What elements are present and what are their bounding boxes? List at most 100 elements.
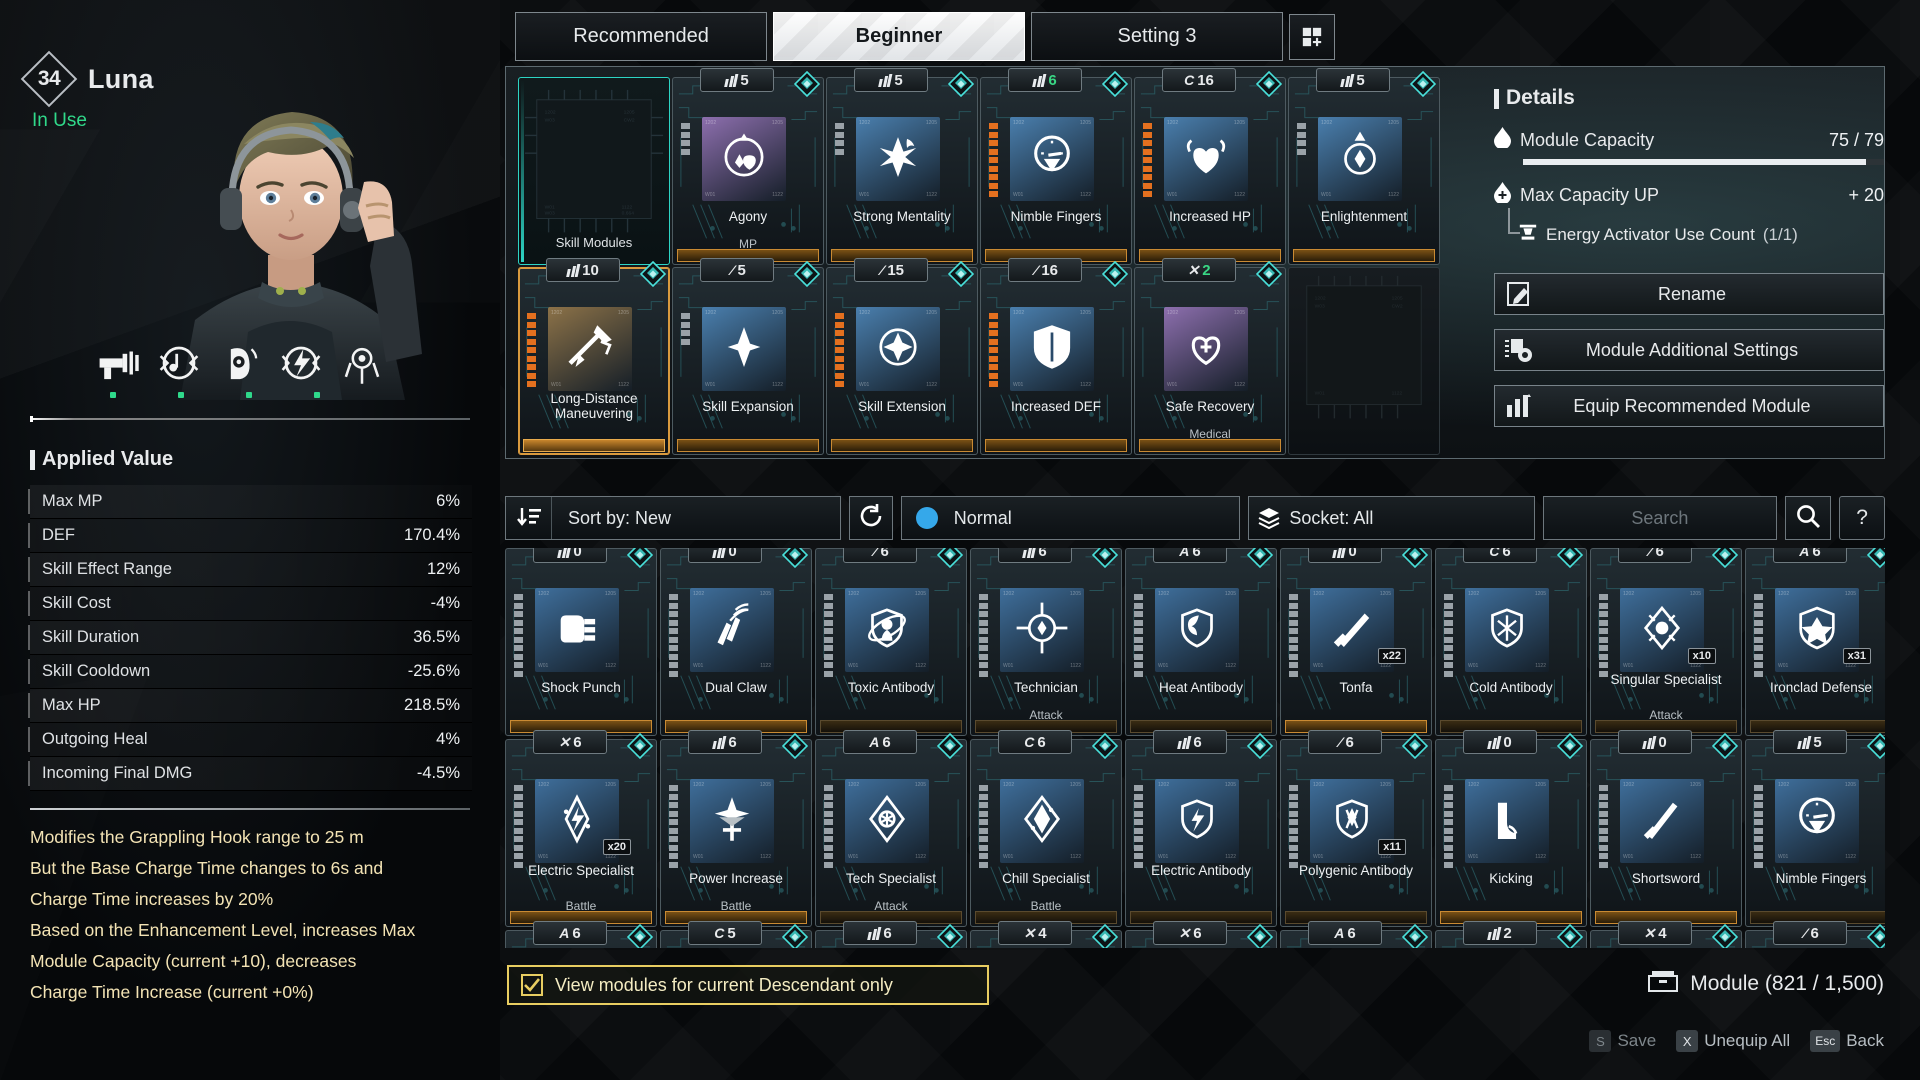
module-card[interactable]: ⁄ 16 1202 1205 W01 1122 Increased DEF bbox=[980, 258, 1132, 455]
module-card[interactable]: 5 1202 1205 W01 1122 Strong Mentality bbox=[826, 68, 978, 265]
module-stack-count: x22 bbox=[1377, 648, 1406, 664]
stat-row: Skill Duration 36.5% bbox=[28, 621, 472, 655]
module-card[interactable]: ⁄ 6 1202 1205 W01 1122 x10 Singular Specialist… bbox=[1590, 548, 1742, 736]
stat-label: Incoming Final DMG bbox=[42, 764, 193, 782]
module-stack-count: x11 bbox=[1378, 839, 1406, 855]
divider-description bbox=[30, 808, 470, 810]
module-card[interactable]: ✕612021205W011122 bbox=[1125, 921, 1277, 948]
sort-dropdown[interactable]: Sort by: New bbox=[505, 496, 841, 540]
module-capacity-cost: 6 bbox=[1038, 548, 1047, 560]
socket-gem-icon bbox=[1866, 548, 1885, 569]
stat-value: 36.5% bbox=[413, 628, 460, 646]
view-current-descendant-checkbox[interactable]: View modules for current Descendant only bbox=[507, 965, 989, 1005]
module-card[interactable]: 6 1202 1205 W01 1122 Power Increase Battle bbox=[660, 730, 812, 927]
module-tier-capacity: 6 bbox=[1153, 730, 1227, 754]
module-card[interactable]: A 6 1202 1205 W01 1122 Heat Antibody bbox=[1125, 548, 1277, 736]
enhancement-bars bbox=[979, 594, 988, 677]
socket-gem-icon bbox=[1711, 732, 1739, 760]
module-capacity-cost: 5 bbox=[737, 261, 746, 279]
key-hint[interactable]: Esc Back bbox=[1810, 1030, 1884, 1052]
module-card[interactable]: A 6 1202 1205 W01 1122 x31 Ironclad Defense bbox=[1745, 548, 1885, 736]
socket-gem-icon bbox=[1556, 732, 1584, 760]
tier-letter-icon: A bbox=[1179, 548, 1190, 559]
skill-modules-slot[interactable]: 1202 W03 1205 CW2 W01 W03 1122 0.664 Skill Modul… bbox=[518, 77, 670, 265]
module-capacity-label: Module Capacity bbox=[1520, 129, 1655, 150]
module-card[interactable]: A 6 1202 1205 W01 1122 Tech Specialist Attack bbox=[815, 730, 967, 927]
module-card[interactable]: ✕412021205W011122 bbox=[1590, 921, 1742, 948]
rarity-color-dot bbox=[915, 507, 938, 529]
tier-x-icon: ✕ bbox=[1187, 261, 1200, 278]
module-card[interactable]: 0 1202 1205 W01 1122 x22 Tonfa bbox=[1280, 548, 1432, 736]
socket-gem-icon bbox=[1101, 70, 1129, 98]
module-card[interactable]: 5 1202 1205 W01 1122 Nimble Fingers bbox=[1745, 730, 1885, 927]
module-card[interactable]: 612021205W011122 bbox=[815, 921, 967, 948]
module-card[interactable]: ⁄ 15 1202 1205 W01 1122 Skill Extension bbox=[826, 258, 978, 455]
stat-value: -4.5% bbox=[416, 764, 460, 782]
module-card[interactable]: ✕412021205W011122 bbox=[970, 921, 1122, 948]
search-input[interactable]: Search bbox=[1542, 496, 1778, 540]
reset-filters-button[interactable] bbox=[848, 496, 893, 540]
socket-gem bbox=[1401, 923, 1429, 948]
module-tier-capacity: 6 bbox=[843, 921, 917, 945]
module-card[interactable]: C 6 1202 1205 W01 1122 Cold Antibody bbox=[1435, 548, 1587, 736]
module-name: Enlightenment bbox=[1320, 209, 1408, 224]
card-footer-bar bbox=[831, 439, 973, 452]
search-placeholder: Search bbox=[1631, 507, 1689, 528]
module-card[interactable]: 0 1202 1205 W01 1122 Shortsword bbox=[1590, 730, 1742, 927]
module-capacity-cost: 6 bbox=[1345, 733, 1354, 751]
rarity-filter[interactable]: Normal bbox=[900, 496, 1241, 540]
module-icon-plate: 1202 1205 W01 1122 bbox=[1000, 588, 1084, 672]
module-name: Cold Antibody bbox=[1469, 680, 1553, 695]
module-card[interactable]: C512021205W011122 bbox=[660, 921, 812, 948]
socket-gem-icon bbox=[626, 732, 654, 760]
module-card[interactable]: 0 1202 1205 W01 1122 Shock Punch bbox=[505, 548, 657, 736]
module-card[interactable]: A612021205W011122 bbox=[1280, 921, 1432, 948]
add-preset-button[interactable] bbox=[1289, 14, 1335, 60]
help-button[interactable]: ? bbox=[1839, 496, 1886, 540]
tab-setting-3[interactable]: Setting 3 bbox=[1031, 12, 1283, 61]
socket-gem bbox=[639, 260, 667, 288]
tier-bars-icon bbox=[1022, 548, 1037, 558]
module-card[interactable]: ⁄ 6 1202 1205 W01 1122 x11 Polygenic Antibody bbox=[1280, 730, 1432, 927]
module-card[interactable]: 212021205W011122 bbox=[1435, 921, 1587, 948]
tab-recommended[interactable]: Recommended bbox=[515, 12, 767, 61]
skill-unlock-dots bbox=[110, 392, 320, 398]
module-tier-capacity: ⁄ 16 bbox=[1008, 258, 1082, 282]
module-card[interactable]: A612021205W011122 bbox=[505, 921, 657, 948]
module-card[interactable]: ⁄ 6 1202 1205 W01 1122 Toxic Antibody bbox=[815, 548, 967, 736]
module-tier-capacity: ⁄ 6 bbox=[1773, 921, 1847, 945]
module-card[interactable]: 6 1202 1205 W01 1122 Technician Attack bbox=[970, 548, 1122, 736]
key-hint[interactable]: X Unequip All bbox=[1676, 1030, 1790, 1052]
socket-filter[interactable]: Socket: All bbox=[1248, 496, 1535, 540]
module-card[interactable]: 10 1202 1205 W01 1122 Long-Distance Maneuveri… bbox=[518, 258, 670, 455]
module-name: Singular Specialist bbox=[1610, 672, 1722, 687]
module-card[interactable]: ⁄ 5 1202 1205 W01 1122 Skill Expansion bbox=[672, 258, 824, 455]
key-hint[interactable]: S Save bbox=[1589, 1030, 1656, 1052]
module-additional-settings-button[interactable]: Module Additional Settings bbox=[1494, 329, 1884, 371]
module-card[interactable]: 6 1202 1205 W01 1122 Electric Antibody bbox=[1125, 730, 1277, 927]
search-button[interactable] bbox=[1785, 496, 1832, 540]
socket-gem bbox=[1091, 548, 1119, 569]
enhancement-bars bbox=[1444, 594, 1453, 677]
empty-module-slot[interactable]: 1202 W03 1205 CW2 W01 1122 bbox=[1288, 267, 1440, 455]
module-icon-plate: 1202 1205 W01 1122 bbox=[1465, 588, 1549, 672]
module-card[interactable]: 6 1202 1205 W01 1122 Nimble Fingers bbox=[980, 68, 1132, 265]
rename-button[interactable]: Rename bbox=[1494, 273, 1884, 315]
module-card[interactable]: 5 1202 1205 W01 1122 Enlightenment bbox=[1288, 68, 1440, 265]
settings-gear-icon bbox=[1495, 336, 1543, 364]
module-card[interactable]: 0 1202 1205 W01 1122 Dual Claw bbox=[660, 548, 812, 736]
module-card[interactable]: ✕ 2 1202 1205 W01 1122 Safe Recovery Medical bbox=[1134, 258, 1286, 455]
equip-recommended-module-button[interactable]: Equip Recommended Module bbox=[1494, 385, 1884, 427]
module-card[interactable]: 5 1202 1205 W01 1122 Agony MP bbox=[672, 68, 824, 265]
tab-beginner[interactable]: Beginner bbox=[773, 12, 1025, 61]
max-capacity-up-label: Max Capacity UP bbox=[1520, 184, 1660, 205]
module-card[interactable]: ⁄ 612021205W011122 bbox=[1745, 921, 1885, 948]
socket-gem bbox=[781, 548, 809, 569]
module-card[interactable]: C 16 1202 1205 W01 1122 Increased HP bbox=[1134, 68, 1286, 265]
details-heading: Details bbox=[1494, 86, 1884, 110]
module-card[interactable]: C 6 1202 1205 W01 1122 Chill Specialist Battle bbox=[970, 730, 1122, 927]
module-icon-plate: 1202 1205 W01 1122 bbox=[690, 588, 774, 672]
module-card[interactable]: 0 1202 1205 W01 1122 Kicking bbox=[1435, 730, 1587, 927]
module-name: Tonfa bbox=[1339, 680, 1373, 695]
module-card[interactable]: ✕ 6 1202 1205 W01 1122 x20 Electric Specialist B… bbox=[505, 730, 657, 927]
